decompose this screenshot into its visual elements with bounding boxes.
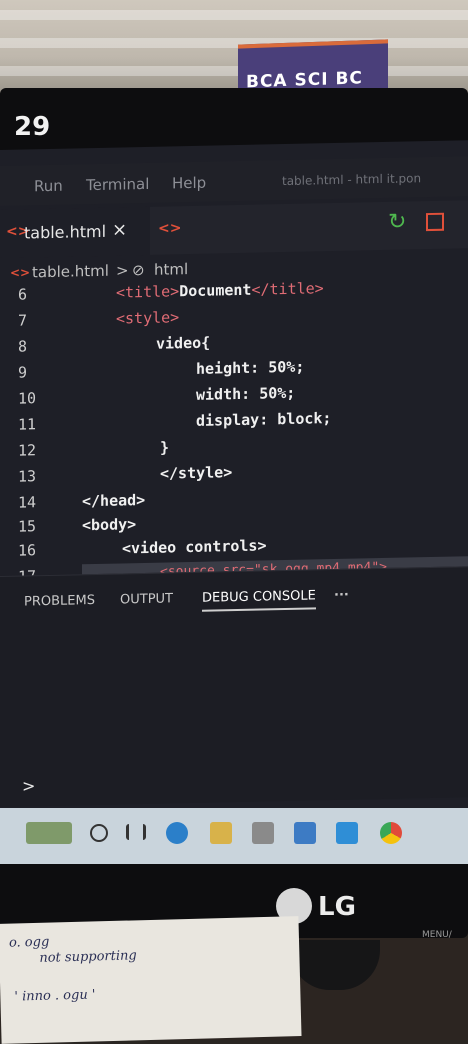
edge-icon[interactable] [166,822,188,844]
html-file-icon[interactable]: <> [158,220,181,236]
console-prompt[interactable]: > [22,776,35,795]
tab-label: table.html [24,221,107,243]
code-line: </style> [160,463,233,483]
line-number: 8 [18,337,28,356]
vscode-icon[interactable] [336,822,358,844]
handwriting: o. ogg [8,934,50,951]
taskbar [0,808,468,864]
line-number: 16 [18,541,37,560]
line-number: 7 [18,311,28,330]
stop-icon[interactable] [426,212,444,232]
tab-debug-console[interactable]: DEBUG CONSOLE [202,588,316,612]
background-wall [0,0,468,95]
handwriting: not supporting [39,948,137,966]
notebook-paper: o. ogg not supporting ' inno . ogu ' [0,916,302,1044]
line-number: 11 [18,415,37,434]
code-line: <title>Document</title> [116,279,324,302]
line-number: 12 [18,441,37,460]
line-number: 6 [18,285,28,304]
handwriting: ' inno . ogu ' [14,987,96,1005]
menu-terminal[interactable]: Terminal [86,175,149,194]
breadcrumb-item[interactable]: html [154,260,188,279]
html-file-icon: <> [10,265,31,280]
element-icon: ⊘ [132,260,145,280]
tab-bar: <> table.html × <> ↻ [0,200,468,258]
code-line: } [160,438,170,457]
code-editor[interactable]: 6 <title>Document</title> 7 <style> 8 vi… [0,276,468,587]
line-number: 14 [18,493,37,512]
code-line: width: 50%; [196,383,296,404]
more-icon[interactable]: ··· [334,588,349,603]
window-title: table.html - html it.pon [282,171,422,189]
breadcrumb-file[interactable]: table.html [32,262,109,282]
wallpaper-thumb [26,822,72,844]
code-line: display: block; [196,409,332,430]
line-number: 10 [18,389,37,408]
chrome-icon[interactable] [380,822,402,844]
code-line: video{ [156,333,211,353]
code-line: height: 50%; [196,357,305,378]
file-explorer-icon[interactable] [210,822,232,844]
tab-problems[interactable]: PROBLEMS [24,593,95,609]
brand-text: LG [318,892,356,922]
restart-icon[interactable]: ↻ [388,209,406,234]
tab-table-html[interactable]: <> table.html × [0,206,150,258]
monitor-label: 29 [14,112,51,142]
code-line: <video controls> [122,536,267,558]
line-number: 9 [18,363,28,382]
close-icon[interactable]: × [112,219,127,240]
store-icon[interactable] [252,822,274,844]
line-number: 15 [18,517,37,536]
monitor-screen: Run Terminal Help table.html - html it.p… [0,140,468,851]
line-number: 13 [18,467,37,486]
bottom-panel: PROBLEMS OUTPUT DEBUG CONSOLE ··· > [0,566,468,807]
menu-run[interactable]: Run [34,177,63,196]
mail-icon[interactable] [294,822,316,844]
tab-output[interactable]: OUTPUT [120,591,173,607]
code-line: <body> [82,515,137,535]
search-icon[interactable] [90,824,108,842]
menu-help[interactable]: Help [172,174,206,193]
breadcrumb-separator: > [116,261,129,280]
code-line: <style> [116,308,180,328]
code-line: </head> [82,490,146,511]
menu-bar: Run Terminal Help table.html - html it.p… [0,156,468,206]
task-view-icon[interactable] [126,824,146,840]
